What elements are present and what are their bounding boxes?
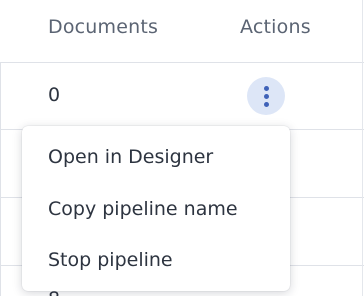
row-actions-button[interactable] (247, 77, 285, 115)
documents-count: 0 (48, 84, 61, 106)
menu-item-open-in-designer[interactable]: Open in Designer (22, 132, 290, 182)
menu-item-label: Open in Designer (48, 146, 214, 168)
column-header-actions: Actions (240, 16, 311, 38)
menu-item-label: Copy pipeline name (48, 198, 238, 220)
table-left-border (0, 63, 1, 296)
table-header-row: Documents Actions (0, 0, 364, 63)
pipelines-table: Documents Actions 0 8 Open in Designer C… (0, 0, 364, 296)
table-right-border (362, 0, 363, 296)
table-row[interactable]: 0 (0, 63, 364, 130)
column-header-documents[interactable]: Documents (48, 16, 158, 38)
menu-item-stop-pipeline[interactable]: Stop pipeline (22, 235, 290, 285)
row-actions-menu: Open in Designer Copy pipeline name Stop… (22, 126, 290, 291)
menu-item-label: Stop pipeline (48, 249, 173, 271)
menu-item-copy-pipeline-name[interactable]: Copy pipeline name (22, 184, 290, 234)
